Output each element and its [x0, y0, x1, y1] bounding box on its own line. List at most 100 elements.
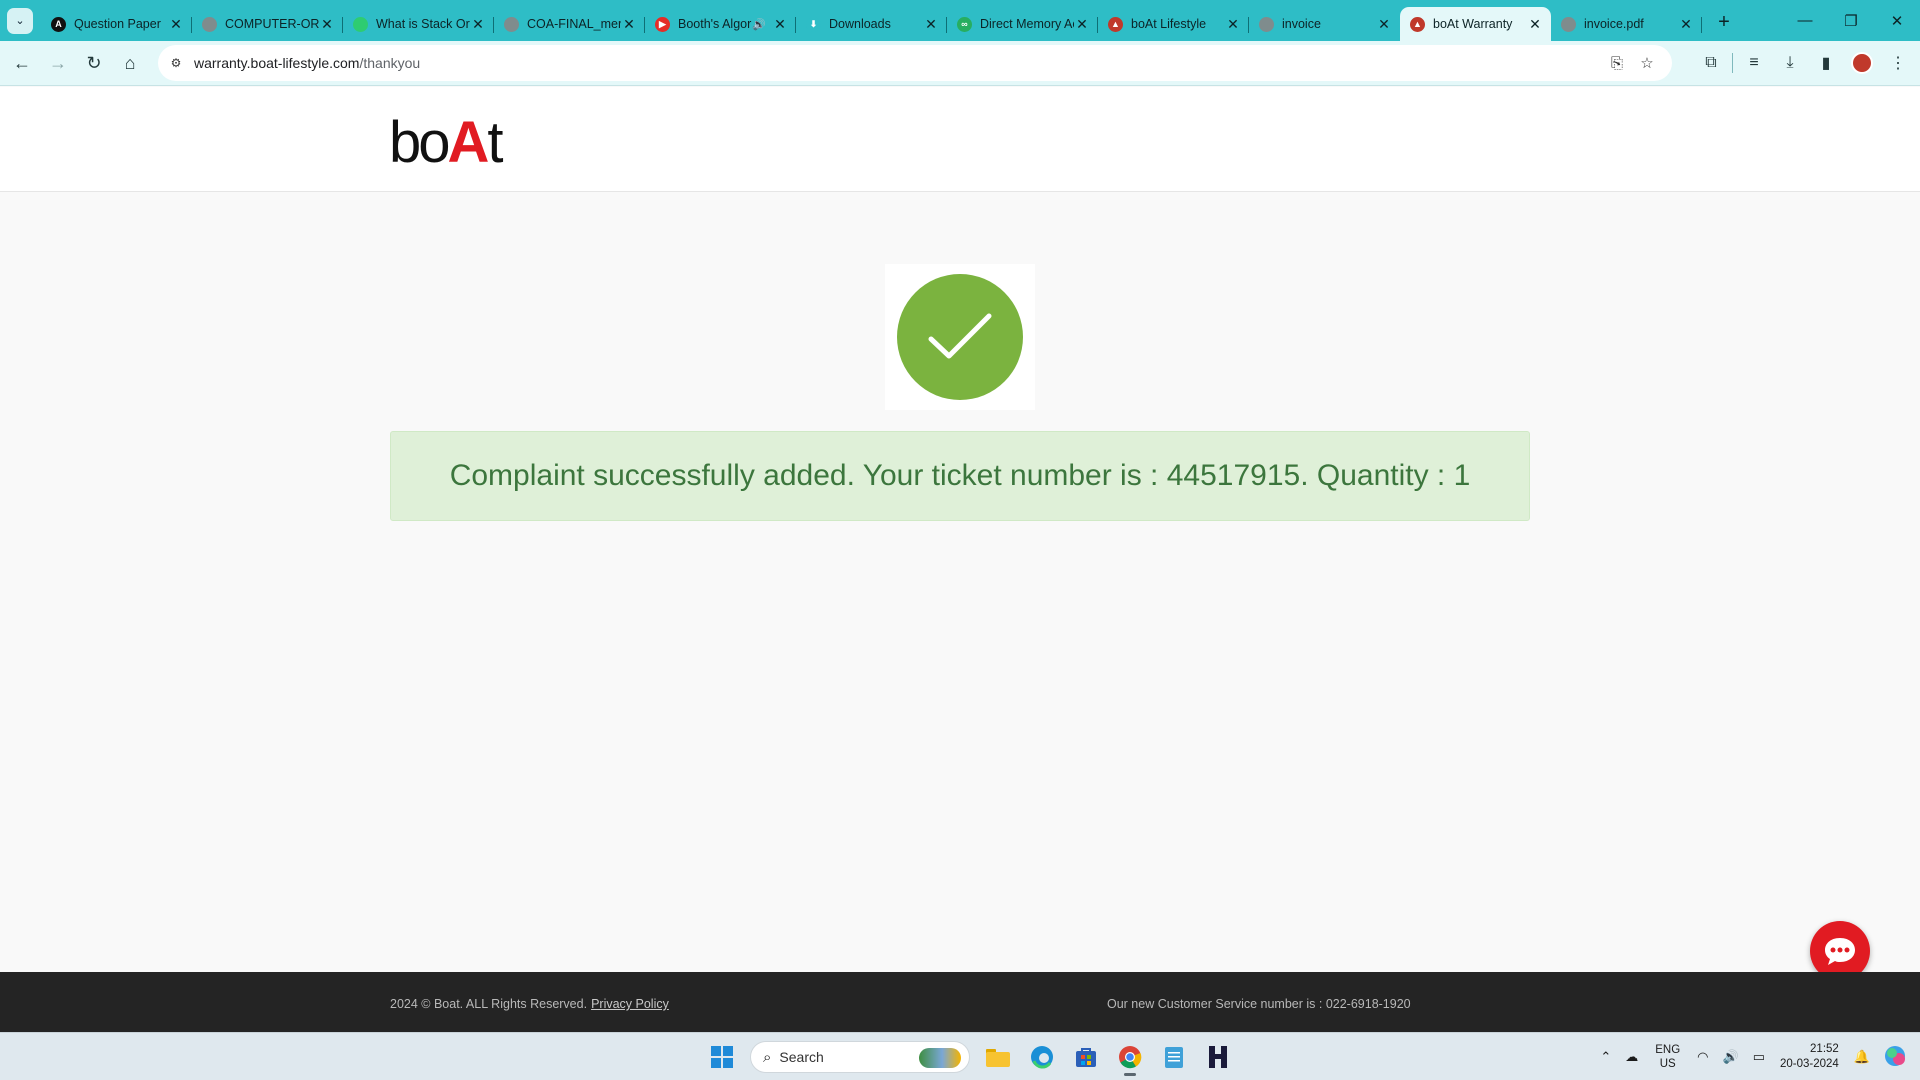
tab-title: invoice	[1282, 17, 1321, 31]
tab-close-icon[interactable]: ✕	[772, 16, 788, 33]
tab-favicon-icon	[504, 16, 519, 32]
browser-tab[interactable]: ▲ boAt Warranty ✕	[1400, 7, 1551, 41]
tab-close-icon[interactable]: ✕	[1225, 16, 1241, 33]
minimize-button[interactable]: —	[1782, 0, 1828, 41]
browser-menu-icon[interactable]: ⋮	[1880, 45, 1916, 81]
avatar	[1851, 52, 1873, 74]
tab-favicon-icon: ▲	[1410, 16, 1425, 32]
address-bar[interactable]: ⚙ warranty.boat-lifestyle.com/thankyou ⎘…	[158, 45, 1672, 81]
tab-favicon-icon: ⬇	[806, 16, 821, 32]
extensions-icon[interactable]: ⧉	[1693, 45, 1729, 81]
browser-tab[interactable]: ▲ boAt Lifestyle ✕	[1098, 7, 1249, 41]
taskbar-apps: ⌕ Search	[700, 1037, 1240, 1077]
input-language-indicator[interactable]: ENG US	[1655, 1043, 1680, 1071]
new-tab-button[interactable]: +	[1710, 11, 1738, 34]
browser-tab[interactable]: ⬇ Downloads ✕	[796, 7, 947, 41]
browser-tab[interactable]: COA-FINAL_merged✕	[494, 7, 645, 41]
tab-close-icon[interactable]: ✕	[470, 16, 486, 33]
site-info-icon[interactable]: ⚙	[162, 49, 190, 77]
folder-icon	[986, 1049, 1010, 1067]
taskbar-store[interactable]	[1066, 1037, 1106, 1077]
taskbar-search-box[interactable]: ⌕ Search	[750, 1041, 970, 1073]
browser-tab[interactable]: invoice ✕	[1249, 7, 1400, 41]
omnibox-actions: ⎘ ☆	[1602, 49, 1662, 77]
region-code: US	[1659, 1058, 1676, 1070]
side-panel-icon[interactable]: ▮	[1808, 45, 1844, 81]
tab-title: invoice.pdf	[1584, 17, 1644, 31]
home-button[interactable]: ⌂	[112, 45, 148, 81]
tab-close-icon[interactable]: ✕	[621, 16, 637, 33]
tray-overflow-chevron-icon[interactable]: ⌃	[1600, 1049, 1611, 1065]
close-window-button[interactable]: ✕	[1874, 0, 1920, 41]
tab-search-button[interactable]: ⌄	[7, 7, 33, 34]
search-icon: ⌕	[763, 1048, 772, 1066]
success-message: Complaint successfully added. Your ticke…	[449, 459, 1471, 492]
logo-text-part: t	[487, 110, 503, 175]
address-url[interactable]: warranty.boat-lifestyle.com/thankyou	[194, 55, 420, 71]
profile-avatar[interactable]	[1844, 45, 1880, 81]
taskbar-clock[interactable]: 21:52 20-03-2024	[1780, 1042, 1839, 1072]
search-placeholder: Search	[779, 1049, 824, 1065]
tab-favicon-icon: ∞	[957, 16, 972, 32]
arrow-right-icon: →	[49, 52, 67, 73]
tab-title: Booth's Algorithm	[678, 17, 752, 31]
tab-close-icon[interactable]: ✕	[1678, 16, 1694, 33]
onedrive-cloud-icon[interactable]: ☁	[1625, 1049, 1638, 1065]
browser-tab[interactable]: invoice.pdf ✕	[1551, 7, 1702, 41]
copyright-text: 2024 © Boat. ALL Rights Reserved.	[390, 997, 588, 1011]
battery-icon[interactable]: ▭	[1753, 1049, 1765, 1065]
tab-close-icon[interactable]: ✕	[168, 16, 184, 33]
tab-title: boAt Warranty	[1433, 17, 1513, 31]
taskbar-file-explorer[interactable]	[978, 1037, 1018, 1077]
tab-close-icon[interactable]: ✕	[1376, 16, 1392, 33]
start-button[interactable]	[702, 1037, 742, 1077]
browser-tab[interactable]: COMPUTER-ORGANIZATION✕	[192, 7, 343, 41]
home-icon: ⌂	[124, 52, 136, 73]
volume-icon[interactable]: 🔊	[1723, 1049, 1739, 1065]
translate-icon[interactable]: ⎘	[1602, 49, 1632, 77]
bookmark-star-icon[interactable]: ☆	[1632, 49, 1662, 77]
tab-title: COA-FINAL_merged	[527, 17, 621, 31]
tab-audio-icon[interactable]: 🔊	[752, 18, 766, 31]
tab-close-icon[interactable]: ✕	[1074, 16, 1090, 33]
browser-tab[interactable]: ▶ Booth's Algorithm🔊 ✕	[645, 7, 796, 41]
windows-logo-icon	[711, 1046, 733, 1068]
browser-tab[interactable]: A Question Paper ✕	[41, 7, 192, 41]
media-controls-icon[interactable]: ≡	[1736, 45, 1772, 81]
tab-close-icon[interactable]: ✕	[1527, 16, 1543, 33]
browser-tab-strip: ⌄ AQuestion Paper✕COMPUTER-ORGANIZATION✕…	[0, 0, 1920, 41]
reload-button[interactable]: ↻	[76, 45, 112, 81]
downloads-icon[interactable]: ⤓	[1772, 45, 1808, 81]
restore-button[interactable]: ❐	[1828, 0, 1874, 41]
system-tray: ⌃ ☁ ENG US ◠ 🔊 ▭ 21:52 20-03-2024 🔔	[1593, 1033, 1920, 1080]
tab-close-icon[interactable]: ✕	[923, 16, 939, 33]
browser-tab[interactable]: What is Stack Organization✕	[343, 7, 494, 41]
site-footer: 2024 © Boat. ALL Rights Reserved. Privacy…	[0, 972, 1920, 1032]
wifi-icon[interactable]: ◠	[1697, 1049, 1708, 1065]
notification-bell-icon[interactable]: 🔔	[1854, 1049, 1870, 1065]
privacy-policy-link[interactable]: Privacy Policy	[591, 997, 669, 1011]
tab-favicon-icon: ▲	[1108, 16, 1123, 32]
url-path: /thankyou	[359, 55, 421, 71]
toolbar-divider	[1732, 53, 1733, 73]
reload-icon: ↻	[86, 52, 102, 73]
taskbar-edge[interactable]	[1022, 1037, 1062, 1077]
h-app-icon	[1209, 1046, 1227, 1068]
window-controls: — ❐ ✕	[1782, 0, 1920, 41]
taskbar-chrome[interactable]	[1110, 1037, 1150, 1077]
site-header: boAt	[0, 87, 1920, 192]
tab-close-icon[interactable]: ✕	[319, 16, 335, 33]
arrow-left-icon: ←	[13, 52, 31, 73]
language-code: ENG	[1655, 1044, 1681, 1056]
tab-title: What is Stack Organization	[376, 17, 470, 31]
taskbar-h-app[interactable]	[1198, 1037, 1238, 1077]
success-check-icon	[897, 274, 1023, 400]
logo-text-part: bo	[389, 110, 450, 175]
browser-tab[interactable]: ∞ Direct Memory Access✕	[947, 7, 1098, 41]
copilot-icon[interactable]	[1884, 1045, 1906, 1070]
boat-logo[interactable]: boAt	[389, 109, 504, 176]
back-button[interactable]: ←	[4, 45, 40, 81]
chrome-icon	[1119, 1046, 1142, 1069]
taskbar-notepad[interactable]	[1154, 1037, 1194, 1077]
forward-button[interactable]: →	[40, 45, 76, 81]
